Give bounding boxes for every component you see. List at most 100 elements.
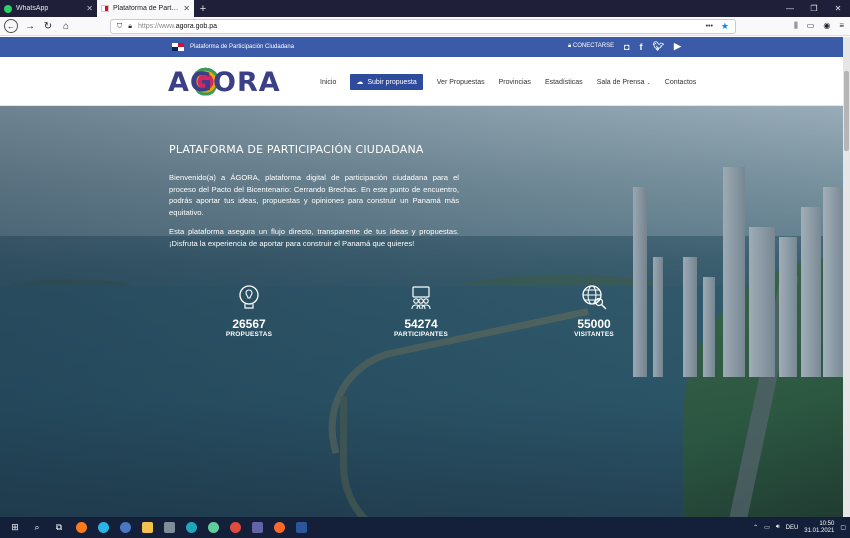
prensa-label: Sala de Prensa [596,78,645,86]
browser-navbar: ← → ↻ ⌂ ⛉ 🔒︎ https://www. agora.gob.pa ••… [0,17,850,36]
close-window-button[interactable]: ✕ [826,0,850,17]
stat-propuestas: 26567 PROPUESTAS [204,284,294,338]
browser-toolbar-right: ⫼ ▭ ◉ ≡ [794,21,844,31]
youtube-icon[interactable]: ▶ [674,41,681,52]
scrollbar-thumb[interactable] [844,71,849,151]
close-tab-icon[interactable]: ✕ [86,4,93,13]
home-icon[interactable]: ⌂ [60,20,72,32]
panama-flag-icon [172,43,184,51]
window-controls: — ❐ ✕ [778,0,850,17]
close-tab-icon[interactable]: ✕ [183,4,190,13]
page-scrollbar[interactable] [843,37,850,517]
library-icon[interactable]: ⫼ [794,21,798,31]
sidebar-icon[interactable]: ▭ [807,21,815,31]
word-icon[interactable] [290,517,312,538]
edge-icon[interactable] [180,517,202,538]
chrome-icon[interactable] [224,517,246,538]
login-link[interactable]: 🔒︎ CONECTARSE [568,43,614,50]
site-topbar: Plataforma de Participación Ciudadana 🔒︎… [0,37,843,57]
hero-title: PLATAFORMA DE PARTICIPACIÓN CIUDADANA [169,143,424,156]
platform-label: Plataforma de Participación Ciudadana [190,44,295,50]
chevron-down-icon: ⌄ [646,79,651,86]
lightbulb-head-icon [239,285,259,309]
twitter-icon[interactable]: 🐦︎ [653,41,664,52]
stat-label: PARTICIPANTES [393,331,448,338]
login-label: CONECTARSE [572,43,615,49]
clock-time: 10:50 [819,520,835,527]
globe-search-icon [582,285,607,310]
facebook-icon[interactable]: f [640,42,643,52]
hero-paragraph-1: Bienvenido(a) a ÁGORA, plataforma digita… [169,173,459,217]
account-icon[interactable]: ◉ [823,21,830,31]
app-icon[interactable] [92,517,114,538]
clock[interactable]: 10:50 31.01.2021 [804,521,834,535]
windows-start-icon[interactable]: ⊞ [4,517,26,538]
people-icon [411,286,431,310]
reload-icon[interactable]: ↻ [42,20,54,32]
maximize-button[interactable]: ❐ [802,0,826,17]
firefox-icon[interactable] [268,517,290,538]
back-icon[interactable]: ← [4,19,18,33]
shield-icon[interactable]: ⛉ [117,23,122,31]
tab-title: Plataforma de Participación C [113,5,179,12]
volume-icon[interactable]: 🔊︎ [776,524,780,531]
file-explorer-icon[interactable] [136,517,158,538]
bookmark-star-icon[interactable]: ★ [721,21,729,32]
url-text[interactable]: https://www. agora.gob.pa [138,23,217,30]
forward-icon[interactable]: → [24,20,36,32]
browser-tab-strip: WhatsApp ✕ Plataforma de Participación C… [0,0,850,17]
new-tab-button[interactable]: + [194,0,212,17]
teams-icon[interactable] [246,517,268,538]
menu-estadisticas[interactable]: Estadísticas [545,79,583,86]
subir-propuesta-button[interactable]: ☁ Subir propuesta [350,74,423,90]
url-actions: ••• ★ [706,21,729,32]
main-menu: Inicio ☁ Subir propuesta Ver Propuestas … [320,74,696,90]
tray-chevron-up-icon[interactable]: ⌃ [753,524,758,531]
menu-inicio[interactable]: Inicio [320,79,336,86]
instagram-icon[interactable]: ◘ [624,42,629,52]
agora-logo[interactable]: AGORA [168,63,280,99]
language-indicator[interactable]: DEU [786,525,799,531]
network-icon[interactable]: ▭ [764,524,770,531]
logo-text: AGORA [168,66,281,98]
hero-section: PLATAFORMA DE PARTICIPACIÓN CIUDADANA Bi… [0,106,843,517]
minimize-button[interactable]: — [778,0,802,17]
notifications-icon[interactable]: ▢ [840,524,846,531]
clock-date: 31.01.2021 [804,527,835,534]
menu-ver-propuestas[interactable]: Ver Propuestas [437,79,485,86]
url-host: agora.gob.pa [175,23,217,30]
stat-value: 26567 [232,317,266,331]
stat-value: 54274 [404,317,438,331]
menu-sala-de-prensa[interactable]: Sala de Prensa ⌄ [597,79,651,86]
subir-label: Subir propuesta [367,78,417,86]
stat-value: 55000 [577,317,611,331]
lock-icon[interactable]: 🔒︎ [128,23,132,31]
url-protocol: https://www. [137,23,176,30]
tab-whatsapp[interactable]: WhatsApp ✕ [0,0,97,17]
app-icon[interactable] [158,517,180,538]
task-view-icon[interactable]: ⧉ [48,517,70,538]
hamburger-menu-icon[interactable]: ≡ [839,21,844,31]
topbar-brand: Plataforma de Participación Ciudadana [172,43,294,51]
address-bar[interactable]: ⛉ 🔒︎ https://www. agora.gob.pa ••• ★ [110,19,736,34]
site-header: AGORA Inicio ☁ Subir propuesta Ver Propu… [0,57,843,106]
upload-cloud-icon: ☁ [356,79,364,86]
stat-label: PROPUESTAS [225,331,273,338]
hero-paragraph-2: Esta plataforma asegura un flujo directo… [169,227,459,248]
app-icon[interactable] [114,517,136,538]
tab-title: WhatsApp [16,5,49,12]
stat-participantes: 54274 PARTICIPANTES [376,284,466,338]
system-tray: ⌃ ▭ 🔊︎ DEU 10:50 31.01.2021 ▢ [753,521,846,535]
app-icon[interactable] [202,517,224,538]
menu-provincias[interactable]: Provincias [499,79,531,86]
topbar-right: 🔒︎ CONECTARSE ◘ f 🐦︎ ▶ [568,41,681,52]
search-icon[interactable]: ⌕ [26,517,48,538]
page-actions-icon[interactable]: ••• [706,23,713,30]
menu-contactos[interactable]: Contactos [665,79,697,86]
firefox-icon[interactable] [70,517,92,538]
gov-favicon-icon [101,5,109,12]
tab-agora[interactable]: Plataforma de Participación C ✕ [97,0,194,17]
windows-taskbar: ⊞ ⌕ ⧉ ⌃ ▭ 🔊︎ DEU 10:50 31.01.2021 ▢ [0,517,850,538]
stat-label: VISITANTES [574,331,614,338]
stat-visitantes: 55000 VISITANTES [549,284,639,338]
